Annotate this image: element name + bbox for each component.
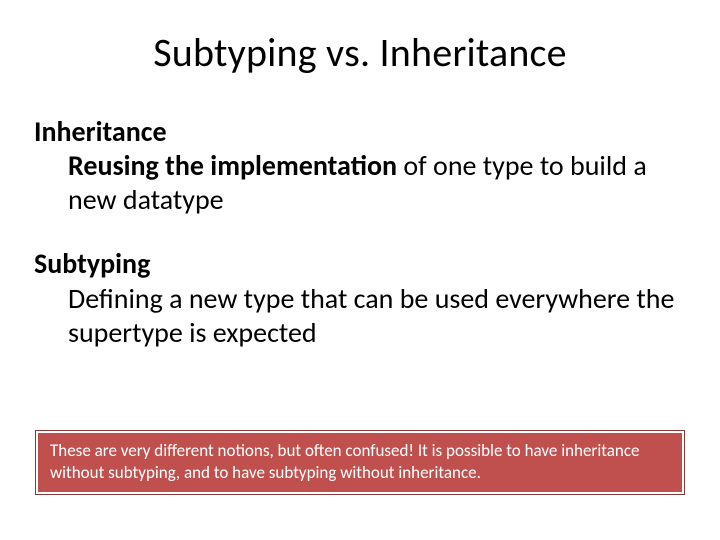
slide: Subtyping vs. Inheritance Inheritance Re… bbox=[0, 0, 720, 540]
callout-box: These are very different notions, but of… bbox=[36, 431, 684, 494]
section-text-inheritance: Reusing the implementation of one type t… bbox=[34, 149, 686, 217]
section-text-subtyping: Defining a new type that can be used eve… bbox=[34, 282, 686, 350]
slide-title: Subtyping vs. Inheritance bbox=[0, 0, 720, 87]
slide-body: Inheritance Reusing the implementation o… bbox=[0, 87, 720, 350]
section-heading-subtyping: Subtyping bbox=[34, 247, 686, 281]
section-heading-inheritance: Inheritance bbox=[34, 115, 686, 149]
section-text-bold: Reusing the implementation bbox=[68, 148, 397, 183]
